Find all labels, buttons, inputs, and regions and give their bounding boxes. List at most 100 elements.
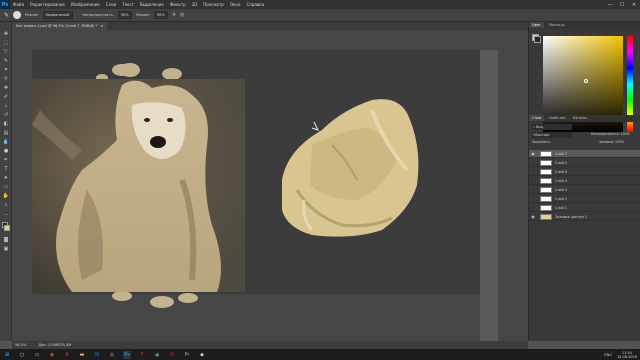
artwork[interactable] xyxy=(12,50,528,341)
dodge-tool-icon[interactable]: ● xyxy=(2,147,10,154)
menu-edit[interactable]: Редактирование xyxy=(27,2,68,7)
airbrush-icon[interactable]: ✈ xyxy=(172,12,176,18)
tab-properties[interactable]: Свойства xyxy=(545,115,568,121)
gradient-tool-icon[interactable]: ▤ xyxy=(2,129,10,136)
layer-row[interactable]: ◉ Заливка цветом 1 xyxy=(529,213,640,221)
brush-preset-icon[interactable] xyxy=(13,11,22,19)
tools-panel: ✥ ⬚ ➰ ✎ ⌗ ⚲ ✚ ✐ ⊥ ↺ ◧ ▤ 💧 ● ✒ T ➤ ▭ ✋ ⌕ … xyxy=(0,22,12,341)
tab-layers[interactable]: Слои xyxy=(529,115,545,121)
pen-tool-icon[interactable]: ✒ xyxy=(2,156,10,163)
menu-type[interactable]: Текст xyxy=(119,2,137,7)
layer-name: Слой 2 xyxy=(555,196,568,201)
type-tool-icon[interactable]: T xyxy=(2,165,10,172)
close-window-button[interactable]: ✕ xyxy=(628,0,640,9)
menu-select[interactable]: Выделение xyxy=(137,2,167,7)
hand-tool-icon[interactable]: ✋ xyxy=(2,192,10,199)
quick-select-tool-icon[interactable]: ✎ xyxy=(2,57,10,64)
pressure-icon[interactable]: ◎ xyxy=(180,12,184,18)
opera-icon[interactable]: O xyxy=(168,351,176,359)
layer-thumbnail xyxy=(540,213,552,220)
history-brush-icon[interactable]: ↺ xyxy=(2,111,10,118)
healing-tool-icon[interactable]: ✚ xyxy=(2,84,10,91)
document-tab[interactable]: Без имени-1.psd @ 96,5% (Слой 7, RGB/8) … xyxy=(12,22,108,30)
color-picker-dot[interactable] xyxy=(584,79,588,83)
zoom-tool-icon[interactable]: ⌕ xyxy=(2,201,10,208)
visibility-eye-icon[interactable]: ◉ xyxy=(529,214,537,219)
pdf-icon[interactable]: A xyxy=(63,351,71,359)
wolf-photo[interactable] xyxy=(32,79,245,292)
blur-tool-icon[interactable]: 💧 xyxy=(2,138,10,145)
menu-help[interactable]: Справка xyxy=(243,2,267,7)
visibility-eye-icon[interactable]: ◉ xyxy=(529,151,537,156)
zoom-level[interactable]: 96,5% xyxy=(15,343,26,347)
menu-image[interactable]: Изображение xyxy=(68,2,103,7)
language-indicator[interactable]: ENG xyxy=(604,353,612,357)
tab-swatches[interactable]: Образцы xyxy=(545,22,567,28)
layer-fill[interactable]: Заливка: 100% xyxy=(599,140,624,144)
layer-row[interactable]: ◉ Слой 7 xyxy=(529,150,640,158)
more-tools-icon[interactable]: … xyxy=(2,210,10,217)
yandex-icon[interactable]: Y xyxy=(138,351,146,359)
layer-row[interactable]: Слой 2 xyxy=(529,195,640,203)
explorer-icon[interactable]: ▬ xyxy=(78,351,86,359)
layer-thumbnail xyxy=(540,195,552,202)
layer-row[interactable]: Слой 1 xyxy=(529,204,640,212)
search-icon[interactable]: ○ xyxy=(18,351,26,359)
maximize-button[interactable]: ☐ xyxy=(616,0,628,9)
steam-icon[interactable]: ◎ xyxy=(108,351,116,359)
tab-channels[interactable]: Каналы xyxy=(570,115,590,121)
minimize-button[interactable]: — xyxy=(604,0,616,9)
close-tab-icon[interactable]: × xyxy=(100,24,103,28)
eyedropper-tool-icon[interactable]: ⚲ xyxy=(2,75,10,82)
chrome-icon[interactable]: ◕ xyxy=(153,351,161,359)
shape-tool-icon[interactable]: ▭ xyxy=(2,183,10,190)
menu-view[interactable]: Просмотр xyxy=(200,2,227,7)
task-view-icon[interactable]: ▭ xyxy=(33,351,41,359)
menu-window[interactable]: Окно xyxy=(227,2,244,7)
layer-opacity[interactable]: Непрозрачность: 100% xyxy=(591,132,630,136)
layer-row[interactable]: Слой 5 xyxy=(529,159,640,167)
screen-mode-icon[interactable]: ▣ xyxy=(2,245,10,252)
taskbar: ⊞ ○ ▭ ◉ A ▬ W ◎ Ps Y ◕ O Pr ◆ ENG 11:54 … xyxy=(0,349,640,360)
opacity-field[interactable]: 90% xyxy=(117,11,132,19)
menu-layers[interactable]: Слои xyxy=(103,2,119,7)
brush-tool-icon[interactable]: ✐ xyxy=(2,93,10,100)
mode-label: Режим: xyxy=(25,13,39,17)
move-tool-icon[interactable]: ✥ xyxy=(2,30,10,37)
photoshop-logo-icon: Ps xyxy=(0,0,10,9)
mode-select[interactable]: Нормальный xyxy=(42,11,73,19)
layer-name: Слой 1 xyxy=(555,205,568,210)
layer-row[interactable]: Слой 3 xyxy=(529,186,640,194)
panel-bg-swatch[interactable] xyxy=(534,36,541,43)
flow-label: Нажим: xyxy=(135,13,150,17)
layer-kind-filter[interactable]: ⌕ Вид xyxy=(532,124,572,130)
eraser-tool-icon[interactable]: ◧ xyxy=(2,120,10,127)
layer-row[interactable]: Слой 4 xyxy=(529,177,640,185)
menu-filter[interactable]: Фильтр xyxy=(167,2,189,7)
layer-name: Слой 4 xyxy=(555,178,568,183)
menu-3d[interactable]: 3D xyxy=(189,2,201,7)
menu-file[interactable]: Файл xyxy=(10,2,27,7)
photoshop-taskbar-icon[interactable]: Ps xyxy=(123,350,131,359)
browser-icon[interactable]: ◉ xyxy=(48,351,56,359)
background-color-swatch[interactable] xyxy=(4,225,10,231)
app-icon[interactable]: ◆ xyxy=(198,351,206,359)
clock[interactable]: 11:54 15.06.2020 xyxy=(617,351,637,359)
stamp-tool-icon[interactable]: ⊥ xyxy=(2,102,10,109)
path-select-tool-icon[interactable]: ➤ xyxy=(2,174,10,181)
painted-fur-stroke[interactable] xyxy=(282,99,419,237)
layer-thumbnail xyxy=(540,150,552,157)
crop-tool-icon[interactable]: ⌗ xyxy=(2,66,10,73)
premiere-icon[interactable]: Pr xyxy=(183,351,191,359)
marquee-tool-icon[interactable]: ⬚ xyxy=(2,39,10,46)
blend-mode-select[interactable]: Обычные xyxy=(532,132,572,138)
brush-tool-icon[interactable]: ✎ xyxy=(4,12,9,19)
layer-row[interactable]: Слой 6 xyxy=(529,168,640,176)
options-bar: ✎ Режим: Нормальный Непрозрачность: 90% … xyxy=(0,9,640,22)
quick-mask-icon[interactable]: ◙ xyxy=(2,236,10,243)
tab-color[interactable]: Цвет xyxy=(529,22,544,28)
windows-start-icon[interactable]: ⊞ xyxy=(3,351,11,359)
lasso-tool-icon[interactable]: ➰ xyxy=(2,48,10,55)
word-icon[interactable]: W xyxy=(93,351,101,359)
flow-field[interactable]: 90% xyxy=(153,11,168,19)
